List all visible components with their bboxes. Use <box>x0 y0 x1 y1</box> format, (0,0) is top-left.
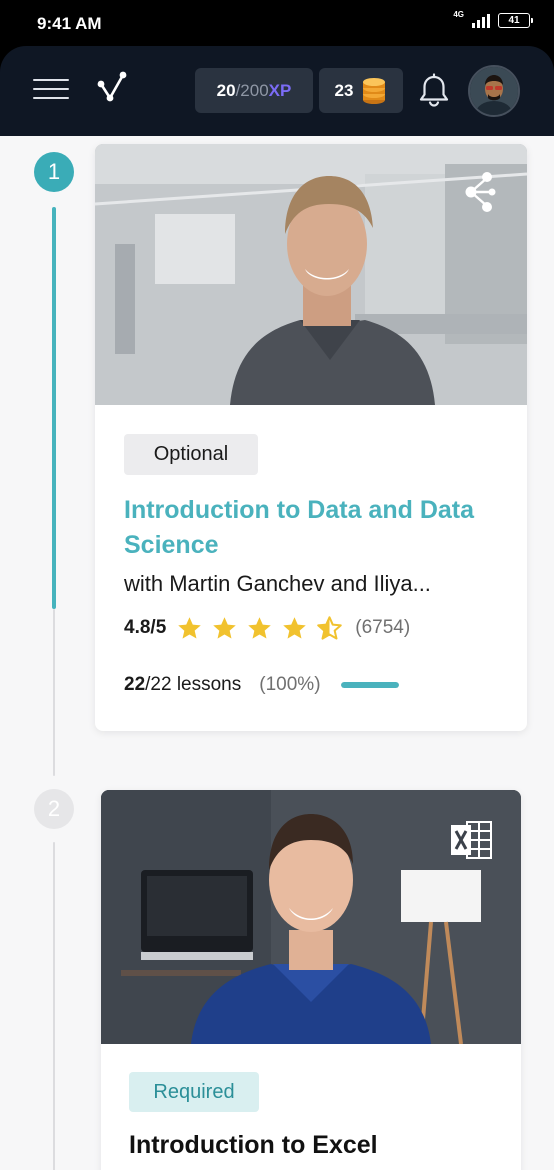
course-title[interactable]: Introduction to Data and Data Science <box>124 493 504 563</box>
course-card-excel[interactable]: Required Introduction to Excel <box>101 790 521 1170</box>
course-rating: 4.8/5 (6754) <box>124 612 410 644</box>
rating-value: 4.8/5 <box>124 617 167 638</box>
required-badge: Required <box>129 1072 259 1112</box>
progress-bar <box>340 682 399 688</box>
coins-count: 23 <box>334 80 354 100</box>
coins-icon <box>363 77 386 104</box>
lessons-total: /22 lessons <box>145 674 242 695</box>
progress-percent: (100%) <box>259 674 321 695</box>
network-type: 4G <box>453 9 464 19</box>
course-authors: with Martin Ganchev and Iliya... <box>124 571 431 596</box>
optional-badge: Optional <box>124 434 258 475</box>
user-avatar[interactable] <box>468 65 520 117</box>
step-number-2: 2 <box>34 789 74 829</box>
xp-label: XP <box>268 80 292 100</box>
status-time: 9:41 AM <box>37 14 102 33</box>
share-nodes-icon[interactable] <box>461 170 497 214</box>
battery-icon: 41 <box>498 13 533 28</box>
app-logo-icon[interactable] <box>96 70 128 106</box>
review-count: (6754) <box>355 617 411 638</box>
lesson-progress: 22/22 lessons (100%) <box>124 671 399 699</box>
course-thumbnail <box>101 790 521 1044</box>
xp-current: 20 <box>216 80 236 100</box>
star-full-icon <box>178 616 202 639</box>
course-title[interactable]: Introduction to Excel <box>129 1128 509 1163</box>
timeline-line <box>53 609 55 776</box>
excel-icon <box>451 821 492 859</box>
battery-level: 41 <box>508 15 520 26</box>
signal-icon <box>472 13 490 28</box>
step-number-1: 1 <box>34 152 74 192</box>
hamburger-menu-icon[interactable] <box>33 79 69 101</box>
lessons-completed: 22 <box>124 674 146 695</box>
xp-counter[interactable]: 20/200 XP <box>195 68 313 113</box>
course-card-data-science[interactable]: Optional Introduction to Data and Data S… <box>95 144 527 731</box>
progress-bar-fill <box>340 682 399 688</box>
star-full-icon <box>283 616 307 639</box>
star-full-icon <box>248 616 272 639</box>
xp-max: /200 <box>235 80 269 100</box>
star-full-icon <box>213 616 237 639</box>
timeline-line <box>53 842 55 1170</box>
status-indicators: 4G 41 <box>453 9 533 28</box>
coins-counter[interactable]: 23 <box>319 68 403 113</box>
star-half-icon <box>317 615 343 640</box>
app-header: 20/200 XP 23 <box>0 46 554 136</box>
bell-icon[interactable] <box>417 73 451 109</box>
status-bar: 9:41 AM 4G 41 <box>0 0 554 46</box>
timeline-progress-line <box>52 207 56 609</box>
course-thumbnail <box>95 144 527 405</box>
